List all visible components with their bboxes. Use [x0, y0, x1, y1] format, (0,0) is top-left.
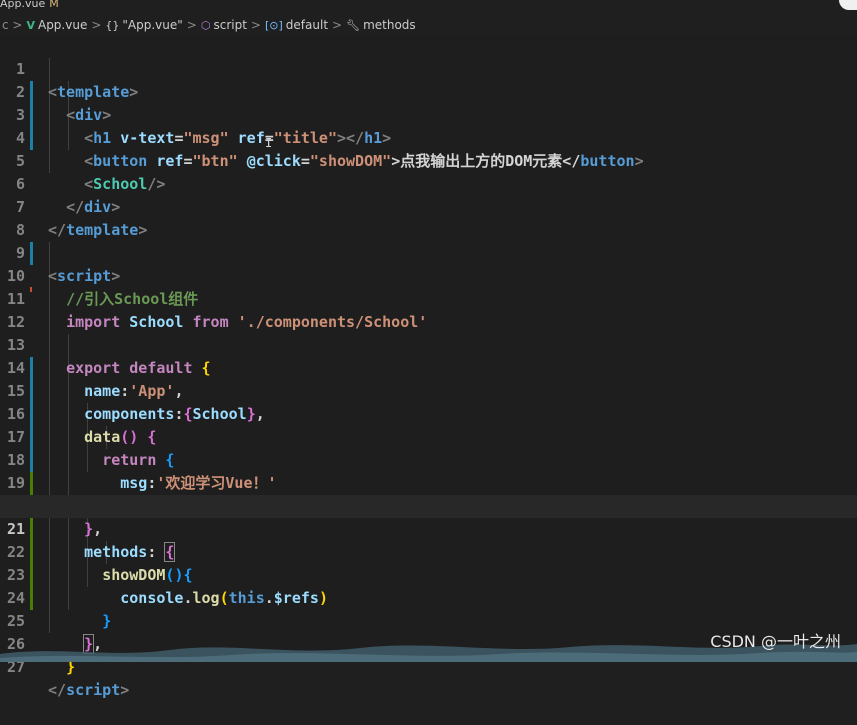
code-line[interactable]: 17 return { — [0, 403, 857, 469]
code-line[interactable]: 1 <template> — [0, 35, 857, 101]
cube-icon: ⬡ — [200, 18, 211, 32]
code-line[interactable]: 14 name:'App', — [0, 334, 857, 400]
code-editor[interactable]: 1 <template> 2 <div> 3 <h1 v-text="msg" … — [0, 35, 857, 699]
breadcrumb: c > V App.vue > {} "App.vue" > ⬡ script … — [0, 17, 416, 33]
code-line[interactable]: 11 import School from './components/Scho… — [0, 265, 857, 331]
code-line[interactable]: 24 } — [0, 564, 857, 630]
code-line[interactable]: 19 } — [0, 449, 857, 515]
breadcrumb-item-script[interactable]: script — [213, 18, 246, 32]
mouse-ibeam-cursor-icon: I — [265, 136, 273, 150]
code-line[interactable]: 8 — [0, 196, 857, 239]
code-line[interactable]: 9 <script> — [0, 219, 857, 285]
code-text: </script> — [48, 681, 130, 699]
code-line[interactable]: 20 }, — [0, 472, 857, 538]
editor-tab[interactable]: App.vue M — [0, 0, 65, 10]
chevron-right-icon: > — [186, 18, 197, 32]
window-corner — [839, 0, 857, 10]
code-line[interactable]: 12 — [0, 288, 857, 331]
code-line[interactable]: 2 <div> — [0, 58, 857, 124]
wrench-icon: 🔧︎ — [346, 18, 361, 32]
breadcrumb-bar: App.vue M c > V App.vue > {} "App.vue" > … — [0, 0, 857, 35]
code-line[interactable]: 25 }, — [0, 587, 857, 654]
braces-icon: {} — [105, 18, 120, 32]
code-line-active[interactable]: 21 methods: { — [0, 495, 857, 562]
code-line[interactable]: 6 </div> — [0, 150, 857, 216]
watermark: CSDN @一叶之州 — [710, 632, 841, 651]
chevron-right-icon: > — [91, 18, 102, 32]
code-line[interactable]: 3 <h1 v-text="msg" ref="title"></h1> — [0, 81, 857, 147]
code-line[interactable]: 13 export default { — [0, 311, 857, 377]
breadcrumb-item-methods[interactable]: methods — [363, 18, 416, 32]
vue-icon: V — [26, 18, 35, 32]
code-line[interactable]: 15 components:{School}, — [0, 357, 857, 423]
modified-indicator: M — [49, 0, 59, 10]
tab-label: App.vue — [0, 0, 46, 10]
code-line[interactable]: 16 data() { — [0, 380, 857, 446]
code-line[interactable]: 5 <School/> — [0, 127, 857, 193]
chevron-right-icon: c > — [2, 18, 23, 32]
breadcrumb-item-file[interactable]: App.vue — [38, 18, 87, 32]
breadcrumb-item-module[interactable]: "App.vue" — [122, 18, 182, 32]
chevron-right-icon: > — [332, 18, 343, 32]
code-line[interactable]: 18 msg:'欢迎学习Vue！' — [0, 426, 857, 492]
chevron-right-icon: > — [250, 18, 261, 32]
code-line[interactable]: 23 console.log(this.$refs) — [0, 541, 857, 607]
code-line[interactable]: 22 showDOM(){ — [0, 518, 857, 584]
code-line[interactable]: 7 </template> — [0, 173, 857, 239]
breadcrumb-item-default[interactable]: default — [286, 18, 328, 32]
variable-icon: [⊙] — [264, 18, 283, 32]
code-line[interactable]: 4 <button ref="btn" @click="showDOM">点我输… — [0, 104, 857, 170]
code-line[interactable]: 10 //引入School组件 — [0, 242, 857, 308]
